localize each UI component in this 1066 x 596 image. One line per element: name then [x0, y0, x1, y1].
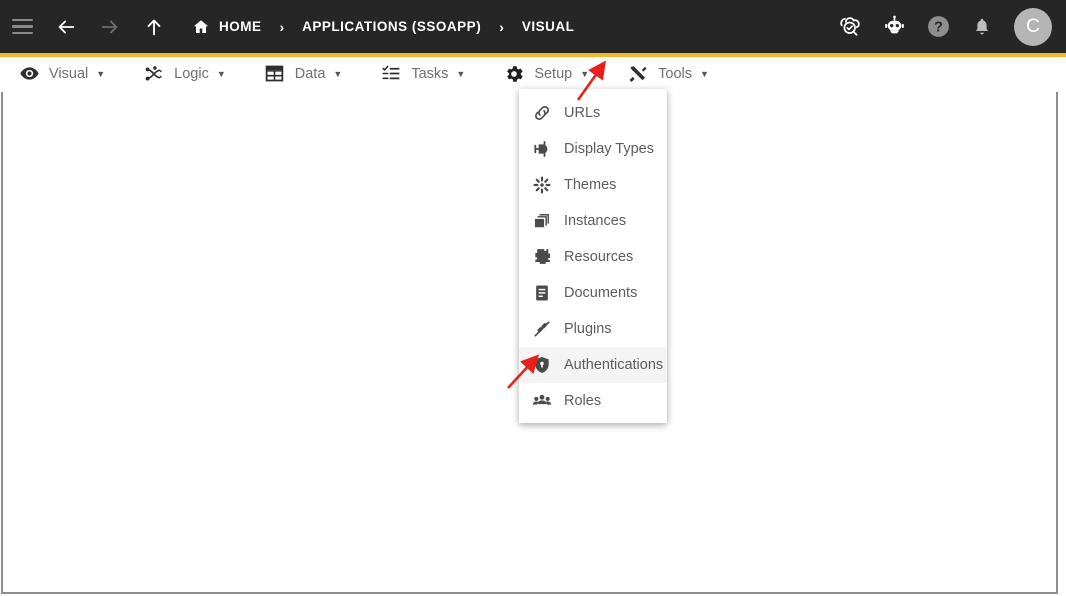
menu-logic[interactable]: Logic ▼ [143, 63, 226, 85]
document-icon [531, 282, 553, 304]
menu-item-documents[interactable]: Documents [519, 275, 667, 311]
gear-icon [503, 63, 525, 85]
menu-item-themes-label: Themes [564, 177, 617, 193]
menu-visual-label: Visual [49, 65, 89, 82]
menu-item-authentications[interactable]: Authentications [519, 347, 667, 383]
notifications-button[interactable] [968, 13, 996, 41]
menu-item-resources-label: Resources [564, 249, 634, 265]
header-actions: ? C [836, 0, 1052, 53]
arrow-up-icon [147, 19, 161, 35]
menu-item-plugins-label: Plugins [564, 321, 612, 337]
menu-item-display-types[interactable]: Display Types [519, 131, 667, 167]
main-menubar: Visual ▼ Logic ▼ Data ▼ Tasks ▼ Setup ▼ … [0, 57, 1066, 139]
chevron-down-icon: ▼ [216, 68, 226, 79]
breadcrumb-item-visual[interactable]: VISUAL [522, 19, 575, 34]
table-grid-icon [264, 63, 286, 85]
help-icon: ? [927, 16, 949, 37]
stacked-layers-icon [531, 210, 553, 232]
puzzle-piece-icon [531, 246, 553, 268]
menu-setup[interactable]: Setup ▼ [503, 63, 589, 85]
breadcrumb: HOME › APPLICATIONS (SSOAPP) › VISUAL [192, 18, 574, 36]
menu-item-instances[interactable]: Instances [519, 203, 667, 239]
top-header: HOME › APPLICATIONS (SSOAPP) › VISUAL ? … [0, 0, 1066, 53]
menu-tools[interactable]: Tools ▼ [627, 63, 709, 85]
forward-button[interactable] [88, 0, 132, 53]
app-root: HOME › APPLICATIONS (SSOAPP) › VISUAL ? … [0, 0, 1066, 596]
menu-item-resources[interactable]: Resources [519, 239, 667, 275]
bell-icon [975, 18, 989, 34]
cloud-check-icon [839, 17, 860, 36]
hamburger-menu-button[interactable] [0, 0, 44, 53]
chevron-down-icon: ▼ [96, 68, 106, 79]
up-button[interactable] [132, 0, 176, 53]
breadcrumb-label-applications: APPLICATIONS (SSOAPP) [302, 19, 482, 34]
svg-text:?: ? [934, 20, 943, 36]
setup-dropdown-menu: URLs Display Types Themes Instances Reso… [519, 89, 667, 423]
menu-data-label: Data [294, 65, 326, 82]
menu-logic-label: Logic [174, 65, 209, 82]
cloud-check-button[interactable] [836, 13, 864, 41]
robot-icon [884, 15, 904, 34]
chevron-down-icon: ▼ [456, 68, 466, 79]
plug-icon [531, 318, 553, 340]
wrench-screwdriver-icon [627, 63, 649, 85]
checklist-icon [380, 63, 402, 85]
menu-data[interactable]: Data ▼ [264, 63, 343, 85]
menu-tools-label: Tools [658, 65, 692, 82]
breadcrumb-item-applications[interactable]: APPLICATIONS (SSOAPP) [302, 19, 481, 34]
menu-item-roles[interactable]: Roles [519, 383, 667, 419]
theme-pinwheel-icon [531, 174, 553, 196]
help-button[interactable]: ? [924, 13, 952, 41]
arrow-right-icon [101, 20, 118, 33]
menu-tasks[interactable]: Tasks ▼ [380, 63, 465, 85]
menu-item-urls-label: URLs [564, 105, 601, 121]
chevron-down-icon: ▼ [580, 68, 590, 79]
avatar[interactable]: C [1014, 7, 1052, 46]
logic-nodes-icon [143, 63, 165, 85]
chevron-down-icon: ▼ [700, 68, 709, 79]
arrow-left-icon [58, 20, 75, 33]
breadcrumb-item-home[interactable]: HOME [192, 18, 262, 36]
menu-item-roles-label: Roles [564, 393, 602, 409]
menu-tasks-label: Tasks [411, 65, 449, 82]
menu-item-display-types-label: Display Types [564, 141, 654, 157]
menu-visual[interactable]: Visual ▼ [18, 63, 105, 85]
breadcrumb-separator-2: › [499, 18, 504, 35]
menu-item-themes[interactable]: Themes [519, 167, 667, 203]
home-icon [192, 18, 210, 36]
eye-icon [18, 63, 40, 85]
menu-item-instances-label: Instances [564, 213, 627, 229]
avatar-initial: C [1026, 15, 1040, 37]
chevron-down-icon: ▼ [333, 68, 343, 79]
display-types-icon [531, 138, 553, 160]
back-button[interactable] [44, 0, 88, 53]
menu-setup-label: Setup [534, 65, 573, 82]
menu-item-plugins[interactable]: Plugins [519, 311, 667, 347]
menu-item-urls[interactable]: URLs [519, 95, 667, 131]
breadcrumb-separator-1: › [279, 18, 285, 35]
people-group-icon [531, 390, 553, 412]
menu-item-authentications-label: Authentications [564, 357, 664, 373]
hamburger-icon [11, 18, 33, 35]
shield-key-icon [531, 354, 553, 376]
breadcrumb-label-home: HOME [219, 19, 262, 34]
assistant-button[interactable] [880, 13, 908, 41]
link-icon [531, 102, 553, 124]
menu-item-documents-label: Documents [564, 285, 638, 301]
breadcrumb-label-visual: VISUAL [521, 19, 575, 34]
